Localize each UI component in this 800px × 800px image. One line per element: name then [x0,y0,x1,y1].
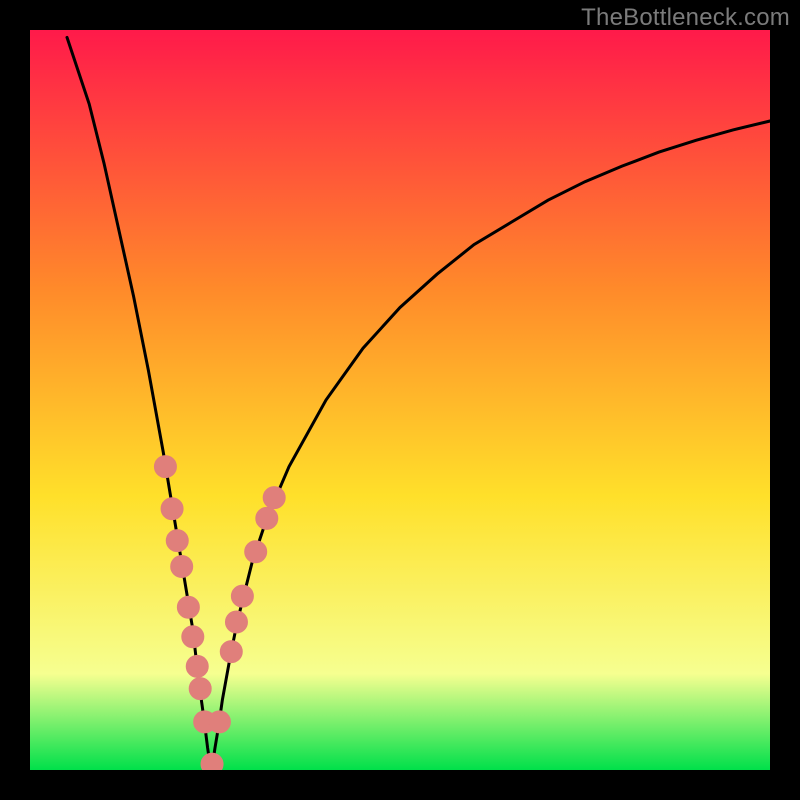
plot-area [30,30,770,770]
watermark-text: TheBottleneck.com [581,4,790,32]
data-marker [201,753,223,770]
data-marker [225,611,247,633]
chart-svg [30,30,770,770]
data-marker [220,641,242,663]
data-marker [245,541,267,563]
data-marker [171,556,193,578]
data-marker [263,487,285,509]
data-marker [256,507,278,529]
data-marker [177,596,199,618]
data-marker [231,585,253,607]
data-marker [182,626,204,648]
data-marker [154,456,176,478]
gradient-background [30,30,770,770]
data-marker [208,711,230,733]
data-marker [189,678,211,700]
chart-frame: TheBottleneck.com [0,0,800,800]
data-marker [186,655,208,677]
data-marker [161,498,183,520]
data-marker [166,530,188,552]
